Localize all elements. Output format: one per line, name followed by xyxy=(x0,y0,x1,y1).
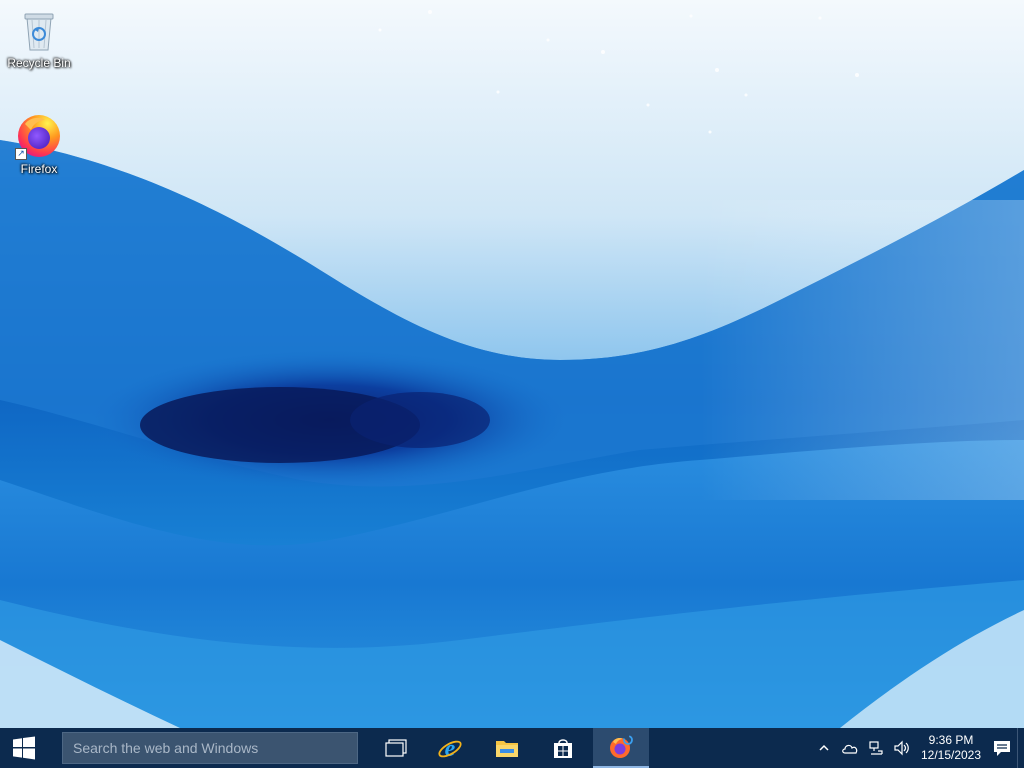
file-explorer-icon xyxy=(496,741,518,757)
system-tray: 9:36 PM 12/15/2023 xyxy=(811,728,1024,768)
firefox-icon: ↗ xyxy=(15,112,63,160)
desktop-icon-label: Recycle Bin xyxy=(7,56,71,70)
action-center-icon xyxy=(994,741,1010,756)
network-icon[interactable] xyxy=(863,728,889,768)
volume-icon[interactable] xyxy=(889,728,915,768)
taskbar-firefox-button[interactable] xyxy=(593,728,649,768)
desktop-icon-recycle-bin[interactable]: Recycle Bin xyxy=(1,6,77,70)
clock-date: 12/15/2023 xyxy=(920,748,982,762)
onedrive-icon[interactable] xyxy=(837,728,863,768)
action-center-button[interactable] xyxy=(987,728,1017,768)
search-box[interactable] xyxy=(62,732,358,764)
desktop[interactable]: Recycle Bin ↗ Firefox xyxy=(0,0,1024,728)
internet-explorer-icon: e xyxy=(438,736,462,761)
wallpaper-ice-cave xyxy=(0,0,1024,728)
show-hidden-icons-chevron[interactable] xyxy=(811,728,837,768)
shortcut-arrow-icon: ↗ xyxy=(15,148,27,160)
taskbar-file-explorer-button[interactable] xyxy=(479,728,535,768)
taskbar-store-button[interactable] xyxy=(535,728,591,768)
desktop-icon-firefox[interactable]: ↗ Firefox xyxy=(1,112,77,176)
taskbar-task-view-button[interactable] xyxy=(368,728,424,768)
clock-time: 9:36 PM xyxy=(928,733,974,747)
store-icon xyxy=(554,739,572,758)
firefox-icon xyxy=(610,735,633,758)
taskbar: e xyxy=(0,728,1024,768)
taskbar-internet-explorer-button[interactable]: e xyxy=(422,728,478,768)
search-input[interactable] xyxy=(71,739,357,757)
desktop-icon-label: Firefox xyxy=(20,162,58,176)
clock[interactable]: 9:36 PM 12/15/2023 xyxy=(915,728,987,768)
start-button[interactable] xyxy=(0,728,48,768)
windows-logo-icon xyxy=(13,736,35,760)
task-view-icon xyxy=(385,739,407,757)
show-desktop-button[interactable] xyxy=(1017,728,1024,768)
recycle-bin-icon xyxy=(15,6,63,54)
svg-text:e: e xyxy=(445,736,456,761)
